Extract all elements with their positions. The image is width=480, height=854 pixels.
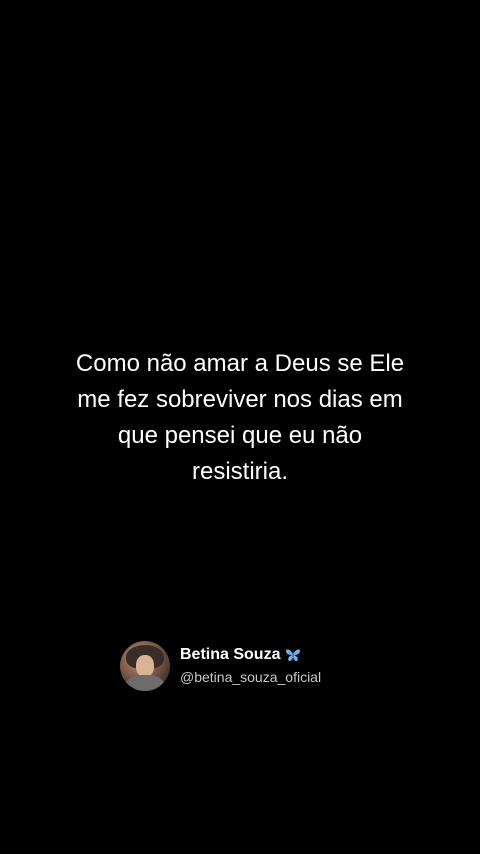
author-block[interactable]: Betina Souza @betina_souza_oficial	[120, 640, 321, 692]
author-handle[interactable]: @betina_souza_oficial	[180, 667, 321, 687]
quote-line: que pensei que eu não	[117, 422, 363, 449]
quote-line: resistiria.	[191, 458, 288, 485]
quote-text: Como não amar a Deus se Ele me fez sobre…	[40, 346, 440, 490]
author-info: Betina Souza @betina_souza_oficial	[180, 645, 321, 687]
avatar[interactable]	[120, 641, 170, 691]
quote-line: me fez sobreviver nos dias em	[77, 386, 403, 413]
quote-line: Como não amar a Deus se Ele	[75, 350, 405, 377]
author-name-row: Betina Souza	[180, 645, 321, 665]
butterfly-icon	[285, 648, 301, 662]
author-name[interactable]: Betina Souza	[180, 645, 280, 665]
